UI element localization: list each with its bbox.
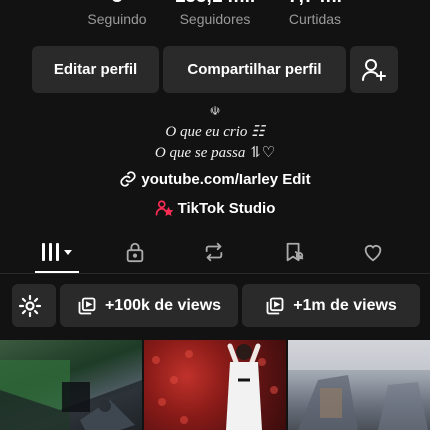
tiktok-studio-link[interactable]: TikTok Studio [0, 199, 430, 217]
profile-link[interactable]: youtube.com/Iarley Edit [0, 170, 430, 188]
likes-label: Curtidas [288, 11, 342, 27]
bio-symbol: ☫ [209, 104, 221, 118]
filter-settings-button[interactable] [12, 284, 56, 327]
tab-saved[interactable] [274, 240, 314, 264]
gear-icon [18, 294, 42, 317]
video-thumbnail[interactable] [144, 340, 286, 430]
heart-icon [364, 245, 382, 262]
video-grid [0, 340, 430, 430]
chip-100k-label: +100k de views [104, 296, 222, 314]
video-thumbnail-image [0, 360, 142, 430]
tab-videos[interactable] [37, 240, 77, 264]
stat-likes[interactable]: 7,7 mi Curtidas [255, 0, 375, 28]
bio-line-1: O que eu crio ☷ [165, 124, 265, 140]
collection-icon [78, 297, 96, 314]
tab-liked[interactable] [353, 240, 393, 264]
video-thumbnail[interactable] [0, 340, 142, 430]
studio-text: TikTok Studio [177, 199, 276, 217]
video-thumbnail-image [288, 340, 430, 430]
add-user-icon [362, 58, 386, 81]
link-icon [120, 171, 136, 187]
tab-private[interactable] [115, 240, 155, 264]
profile-tabs [0, 232, 430, 274]
link-text: youtube.com/Iarley Edit [141, 170, 311, 188]
share-profile-button[interactable]: Compartilhar perfil [163, 46, 346, 93]
videos-grid-icon [42, 243, 72, 261]
collection-icon [266, 297, 284, 314]
filter-chip-100k[interactable]: +100k de views [60, 284, 238, 327]
profile-stats: 8 Seguindo 155,1 mil Seguidores 7,7 mi C… [0, 0, 430, 36]
bio-line-2: O que se passa ⥮♡ [154, 145, 276, 161]
lock-icon [126, 242, 144, 263]
add-friend-button[interactable] [350, 46, 398, 93]
likes-count: 7,7 mi [255, 0, 375, 8]
edit-profile-button[interactable]: Editar perfil [32, 46, 159, 93]
tab-reposts[interactable] [194, 240, 234, 264]
chip-1m-label: +1m de views [293, 296, 397, 314]
filter-row: +100k de views +1m de views [0, 284, 430, 328]
creator-icon [155, 200, 173, 217]
active-tab-indicator [35, 271, 79, 273]
filter-chip-1m[interactable]: +1m de views [242, 284, 420, 327]
video-thumbnail-image [152, 343, 278, 430]
video-thumbnail[interactable] [288, 340, 430, 430]
repost-icon [205, 242, 223, 262]
saved-icon [286, 242, 304, 262]
